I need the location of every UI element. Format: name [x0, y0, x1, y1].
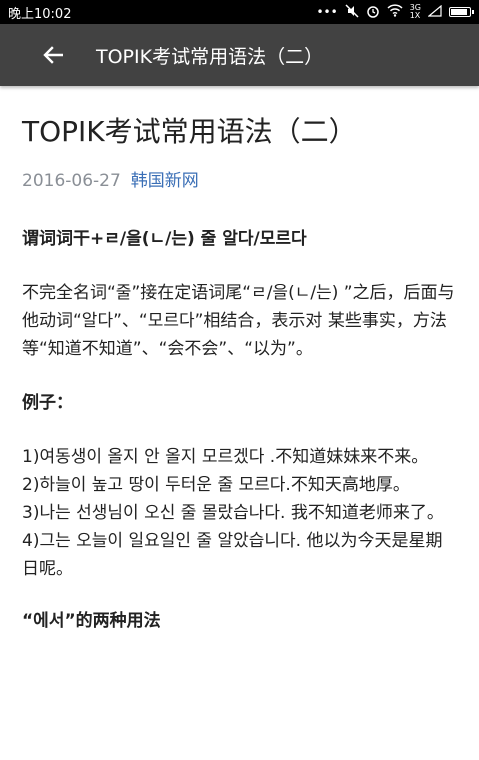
status-icons: ••• 3G 1X	[316, 3, 474, 21]
status-bar: 晚上10:02 ••• 3G 1X	[0, 0, 479, 24]
examples-label: 例子：	[22, 393, 73, 413]
app-bar: TOPIK考试常用语法（二）	[0, 24, 479, 86]
status-time: 晚上10:02	[8, 6, 72, 22]
article-source-link[interactable]: 韩国新网	[131, 171, 199, 191]
grammar-heading: 谓词词干+ㄹ/을(ㄴ/는) 줄 알다/모르다	[22, 229, 307, 249]
arrow-left-icon	[43, 46, 63, 64]
battery-icon	[449, 7, 474, 17]
example-item: 1)여동생이 올지 안 올지 모르겠다 .不知道妹妹来不来。	[22, 447, 429, 467]
signal-icon	[427, 4, 442, 20]
network-type-icon: 3G 1X	[409, 3, 421, 20]
back-button[interactable]	[24, 24, 82, 86]
examples-list: 1)여동생이 올지 안 올지 모르겠다 .不知道妹妹来不来。 2)하늘이 높고 …	[22, 443, 457, 583]
example-item: 2)하늘이 높고 땅이 두터운 줄 모르다.不知天高地厚。	[22, 475, 410, 495]
mute-icon	[345, 3, 359, 21]
article-date: 2016-06-27	[22, 171, 121, 191]
example-item: 4)그는 오늘이 일요일인 줄 알았습니다. 他以为今天是星期日呢。	[22, 531, 443, 579]
article-meta: 2016-06-27 韩国新网	[22, 166, 457, 191]
appbar-title: TOPIK考试常用语法（二）	[96, 45, 324, 68]
example-item: 3)나는 선생님이 오신 줄 몰랐습나다. 我不知道老师来了。	[22, 503, 444, 523]
article-content: TOPIK考试常用语法（二） 2016-06-27 韩国新网 谓词词干+ㄹ/을(ㄴ…	[0, 86, 479, 635]
wifi-icon	[387, 4, 403, 20]
article-title: TOPIK考试常用语法（二）	[22, 115, 357, 148]
alarm-icon	[366, 4, 380, 21]
section-heading: “에서”的两种用法	[22, 611, 161, 631]
more-dots-icon: •••	[316, 5, 338, 19]
grammar-explanation: 不完全名词“줄”接在定语词尾“ㄹ/을(ㄴ/는) ”之后，后面与他动词“알다”、“…	[22, 283, 455, 359]
